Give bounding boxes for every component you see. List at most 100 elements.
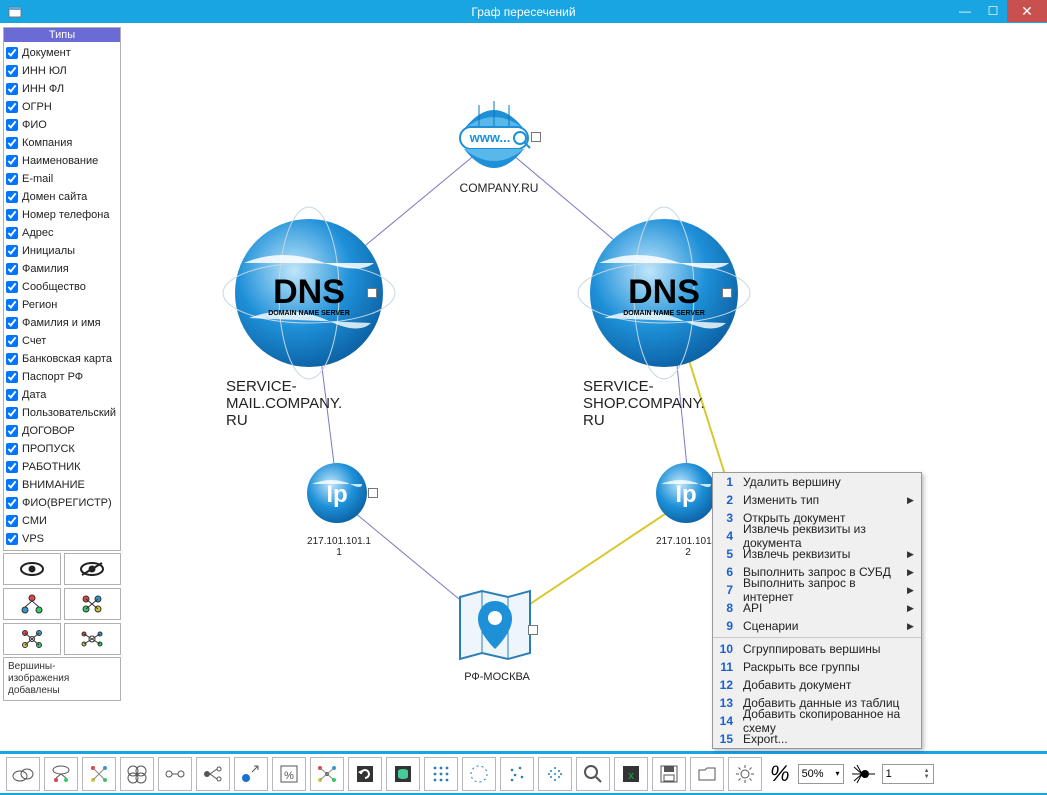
layout-circle-button[interactable] xyxy=(64,588,122,620)
type-checkbox[interactable] xyxy=(6,317,18,329)
type-item[interactable]: Счет xyxy=(6,332,118,350)
type-item[interactable]: Паспорт РФ xyxy=(6,368,118,386)
context-menu-item[interactable]: 15Export... xyxy=(713,730,921,748)
type-item[interactable]: Инициалы xyxy=(6,242,118,260)
type-item[interactable]: E-mail xyxy=(6,170,118,188)
type-checkbox[interactable] xyxy=(6,515,18,527)
context-menu-item[interactable]: 1Удалить вершину xyxy=(713,473,921,491)
type-item[interactable]: Регион xyxy=(6,296,118,314)
type-item[interactable]: Адрес xyxy=(6,224,118,242)
spin-input[interactable]: 1▲▼ xyxy=(882,764,934,784)
type-item[interactable]: VPS xyxy=(6,530,118,548)
layout-force-button[interactable] xyxy=(64,623,122,655)
tool-dots-grid[interactable] xyxy=(424,757,458,791)
type-checkbox[interactable] xyxy=(6,209,18,221)
type-item[interactable]: ОГРН xyxy=(6,98,118,116)
node-ip2[interactable]: Ip xyxy=(651,458,721,533)
context-menu-item[interactable]: 2Изменить тип▶ xyxy=(713,491,921,509)
type-item[interactable]: СМИ xyxy=(6,512,118,530)
node-company[interactable]: www... xyxy=(454,97,534,182)
context-menu-item[interactable]: 7Выполнить запрос в интернет▶ xyxy=(713,581,921,599)
type-checkbox[interactable] xyxy=(6,299,18,311)
context-menu-item[interactable]: 4Извлечь реквизиты из документа xyxy=(713,527,921,545)
context-menu-item[interactable]: 14Добавить скопированное на схему xyxy=(713,712,921,730)
type-checkbox[interactable] xyxy=(6,227,18,239)
tool-cloud[interactable] xyxy=(6,757,40,791)
type-item[interactable]: ИНН ФЛ xyxy=(6,80,118,98)
node-handle[interactable] xyxy=(367,288,377,298)
node-handle[interactable] xyxy=(368,488,378,498)
layout-mesh-button[interactable] xyxy=(3,623,61,655)
minimize-button[interactable]: — xyxy=(951,0,979,22)
type-item[interactable]: ИНН ЮЛ xyxy=(6,62,118,80)
context-menu-item[interactable]: 11Раскрыть все группы xyxy=(713,658,921,676)
close-button[interactable]: ✕ xyxy=(1007,0,1047,22)
maximize-button[interactable]: ☐ xyxy=(979,0,1007,22)
tool-dots-scatter[interactable] xyxy=(500,757,534,791)
type-checkbox[interactable] xyxy=(6,191,18,203)
node-handle[interactable] xyxy=(531,132,541,142)
node-map[interactable] xyxy=(452,583,538,674)
type-item[interactable]: Фамилия и имя xyxy=(6,314,118,332)
tool-refresh[interactable] xyxy=(348,757,382,791)
type-checkbox[interactable] xyxy=(6,137,18,149)
tool-graph-star[interactable] xyxy=(310,757,344,791)
type-checkbox[interactable] xyxy=(6,371,18,383)
tool-save[interactable] xyxy=(652,757,686,791)
context-menu-item[interactable]: 10Сгруппировать вершины xyxy=(713,640,921,658)
type-checkbox[interactable] xyxy=(6,173,18,185)
type-item[interactable]: ФИО xyxy=(6,116,118,134)
type-checkbox[interactable] xyxy=(6,263,18,275)
type-item[interactable]: Банковская карта xyxy=(6,350,118,368)
type-item[interactable]: ФИО(BРЕГИСТР) xyxy=(6,494,118,512)
tool-settings[interactable] xyxy=(728,757,762,791)
type-checkbox[interactable] xyxy=(6,479,18,491)
type-item[interactable]: Домен сайта xyxy=(6,188,118,206)
node-ip1[interactable]: Ip xyxy=(302,458,372,533)
tool-link2[interactable] xyxy=(196,757,230,791)
show-button[interactable] xyxy=(3,553,61,585)
type-item[interactable]: ВНИМАНИЕ xyxy=(6,476,118,494)
type-checkbox[interactable] xyxy=(6,65,18,77)
type-checkbox[interactable] xyxy=(6,83,18,95)
type-item[interactable]: ПРОПУСК xyxy=(6,440,118,458)
tool-export-excel[interactable]: x xyxy=(614,757,648,791)
node-handle[interactable] xyxy=(722,288,732,298)
tool-open[interactable] xyxy=(690,757,724,791)
type-checkbox[interactable] xyxy=(6,389,18,401)
type-checkbox[interactable] xyxy=(6,407,18,419)
tool-dots-circle[interactable] xyxy=(462,757,496,791)
tool-link1[interactable] xyxy=(158,757,192,791)
tool-graph-sparse[interactable] xyxy=(82,757,116,791)
type-item[interactable]: Номер телефона xyxy=(6,206,118,224)
graph-canvas[interactable]: www... COMPANY.RU DNS DOMAIN xyxy=(124,23,1047,751)
zoom-input[interactable]: 50%▾ xyxy=(798,764,844,784)
context-menu-item[interactable]: 9Сценарии▶ xyxy=(713,617,921,635)
type-item[interactable]: Сообщество xyxy=(6,278,118,296)
type-checkbox[interactable] xyxy=(6,119,18,131)
type-checkbox[interactable] xyxy=(6,245,18,257)
type-checkbox[interactable] xyxy=(6,425,18,437)
type-checkbox[interactable] xyxy=(6,47,18,59)
type-checkbox[interactable] xyxy=(6,497,18,509)
tool-rings[interactable] xyxy=(120,757,154,791)
type-item[interactable]: Фамилия xyxy=(6,260,118,278)
tool-db[interactable] xyxy=(386,757,420,791)
type-item[interactable]: Пользовательский xyxy=(6,404,118,422)
type-checkbox[interactable] xyxy=(6,533,18,545)
type-item[interactable]: Дата xyxy=(6,386,118,404)
hide-button[interactable] xyxy=(64,553,122,585)
context-menu-item[interactable]: 5Извлечь реквизиты▶ xyxy=(713,545,921,563)
type-checkbox[interactable] xyxy=(6,101,18,113)
type-item[interactable]: Наименование xyxy=(6,152,118,170)
type-checkbox[interactable] xyxy=(6,353,18,365)
tool-cloud-graph[interactable] xyxy=(44,757,78,791)
type-checkbox[interactable] xyxy=(6,155,18,167)
type-item[interactable]: РАБОТНИК xyxy=(6,458,118,476)
context-menu-item[interactable]: 12Добавить документ xyxy=(713,676,921,694)
tool-percent[interactable]: % xyxy=(272,757,306,791)
tool-dots-dense[interactable] xyxy=(538,757,572,791)
type-checkbox[interactable] xyxy=(6,335,18,347)
tool-dot-arrow[interactable] xyxy=(234,757,268,791)
type-item[interactable]: Документ xyxy=(6,44,118,62)
